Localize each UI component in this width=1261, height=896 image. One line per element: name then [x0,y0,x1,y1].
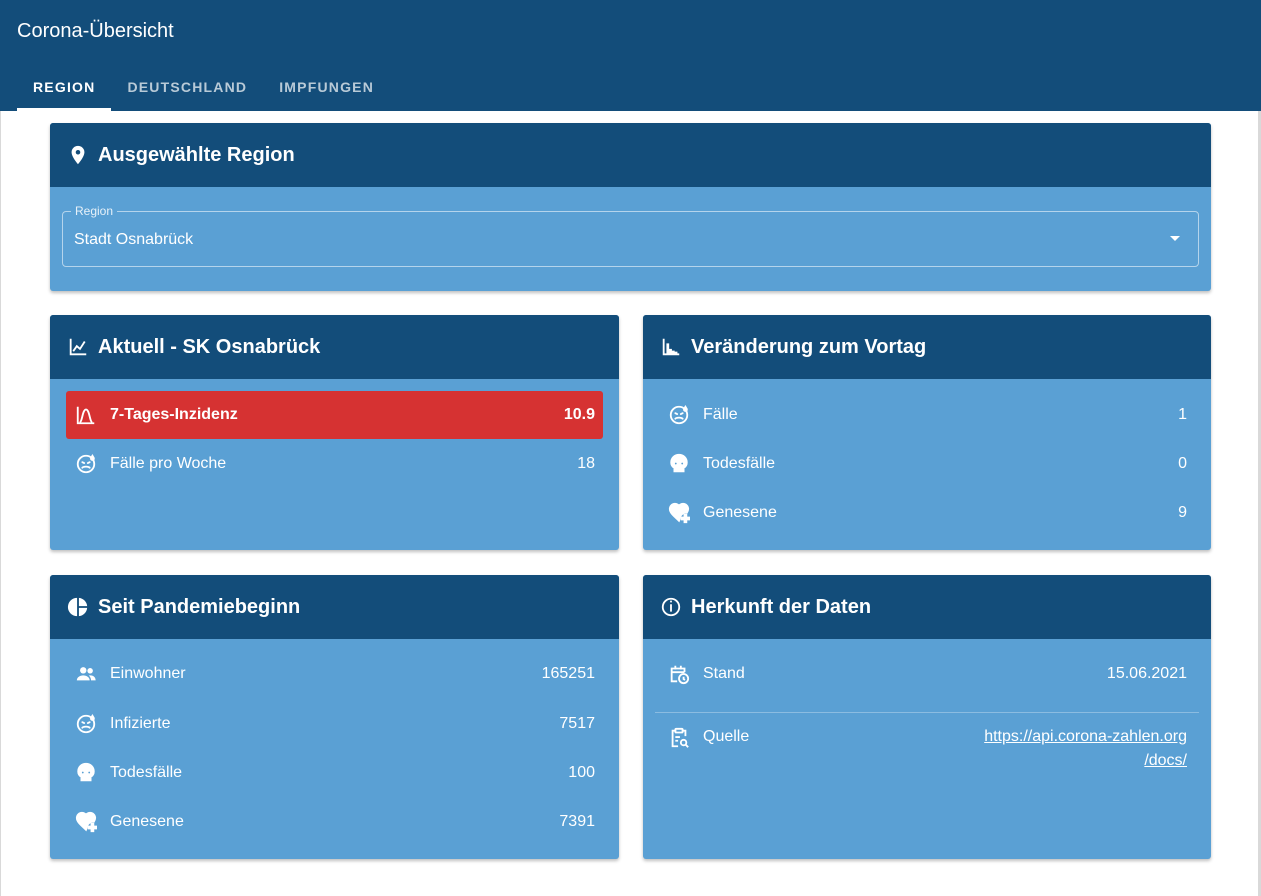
change-card-title: Veränderung zum Vortag [691,335,927,358]
total-card: Seit Pandemiebeginn Einwohner 165251 Inf… [50,575,619,859]
total-deaths-label: Todesfälle [110,764,183,781]
region-card: Ausgewählte Region Region Stadt Osnabrüc… [50,123,1211,291]
heart-plus-icon [668,502,690,524]
current-card-title: Aktuell - SK Osnabrück [98,335,321,358]
emoticon-sick-icon [668,404,690,426]
total-recovered-label: Genesene [110,813,184,830]
calendar-clock-icon [668,663,690,685]
change-recovered-row: Genesene 9 [659,489,1195,537]
change-card-header: Veränderung zum Vortag [643,315,1211,379]
total-deaths-row: Todesfälle 100 [66,749,603,797]
incidence-label: 7-Tages-Inzidenz [110,406,238,423]
infected-row: Infizierte 7517 [66,700,603,748]
app-bar: Corona-Übersicht REGION DEUTSCHLAND IMPF… [0,0,1261,111]
change-deaths-row: Todesfälle 0 [659,440,1195,488]
total-card-header: Seit Pandemiebeginn [50,575,619,639]
heart-plus-icon [75,811,97,833]
total-recovered-row: Genesene 7391 [66,798,603,846]
source-card: Herkunft der Daten Stand 15.06.2021 Quel… [643,575,1211,859]
skull-icon [75,762,97,784]
emoticon-sick-icon [75,713,97,735]
quelle-label: Quelle [703,728,750,745]
region-card-header: Ausgewählte Region [50,123,1211,187]
region-card-title: Ausgewählte Region [98,143,295,166]
weekly-cases-label: Fälle pro Woche [110,455,227,472]
tab-region[interactable]: REGION [17,64,112,111]
total-recovered-value: 7391 [559,813,595,830]
page-edge-left [0,111,1,896]
clipboard-search-icon [668,727,690,749]
dropdown-arrow-icon[interactable] [1170,236,1180,241]
change-cases-value: 1 [1178,406,1187,423]
population-row: Einwohner 165251 [66,650,603,698]
stand-row: Stand 15.06.2021 [659,650,1195,698]
change-recovered-value: 9 [1178,504,1187,521]
bell-curve-icon [75,404,97,426]
change-cases-row: Fälle 1 [659,391,1195,439]
total-deaths-value: 100 [568,764,595,781]
change-card: Veränderung zum Vortag Fälle 1 Todesfäll… [643,315,1211,550]
population-label: Einwohner [110,665,186,682]
source-link-line2[interactable]: /docs/ [1144,749,1187,773]
quelle-row: Quelle https://api.corona-zahlen.org /do… [659,725,1195,785]
incidence-value: 10.9 [563,406,595,423]
skull-icon [668,453,690,475]
change-deaths-label: Todesfälle [703,455,776,472]
tab-bar: REGION DEUTSCHLAND IMPFUNGEN [17,64,390,111]
region-select-label: Region [71,204,118,218]
weekly-cases-value: 18 [577,455,595,472]
source-card-title: Herkunft der Daten [691,595,872,618]
source-link-line1[interactable]: https://api.corona-zahlen.org [984,725,1187,749]
current-card-header: Aktuell - SK Osnabrück [50,315,619,379]
change-deaths-value: 0 [1178,455,1187,472]
region-select-value: Stadt Osnabrück [74,231,194,248]
weekly-cases-row: Fälle pro Woche 18 [66,440,603,488]
source-card-header: Herkunft der Daten [643,575,1211,639]
infected-value: 7517 [559,715,595,732]
stand-value: 15.06.2021 [1106,665,1187,682]
tab-impfungen[interactable]: IMPFUNGEN [263,64,390,111]
map-marker-icon [71,145,85,165]
source-link[interactable]: https://api.corona-zahlen.org /docs/ [984,725,1187,773]
tab-deutschland[interactable]: DEUTSCHLAND [111,64,263,111]
information-icon [661,597,681,617]
chart-bar-icon [662,338,680,356]
total-card-title: Seit Pandemiebeginn [98,595,301,618]
current-card: Aktuell - SK Osnabrück 7-Tages-Inzidenz … [50,315,619,550]
chart-pie-icon [67,597,88,617]
incidence-row: 7-Tages-Inzidenz 10.9 [66,391,603,439]
emoticon-sick-icon [75,453,97,475]
infected-label: Infizierte [110,715,171,732]
change-cases-label: Fälle [703,406,738,423]
population-value: 165251 [541,665,595,682]
change-recovered-label: Genesene [703,504,777,521]
region-select[interactable]: Region Stadt Osnabrück [62,204,1199,267]
app-title: Corona-Übersicht [17,20,174,42]
source-divider [655,712,1199,713]
account-group-icon [75,663,97,685]
chart-line-icon [69,338,87,356]
stand-label: Stand [703,665,745,682]
